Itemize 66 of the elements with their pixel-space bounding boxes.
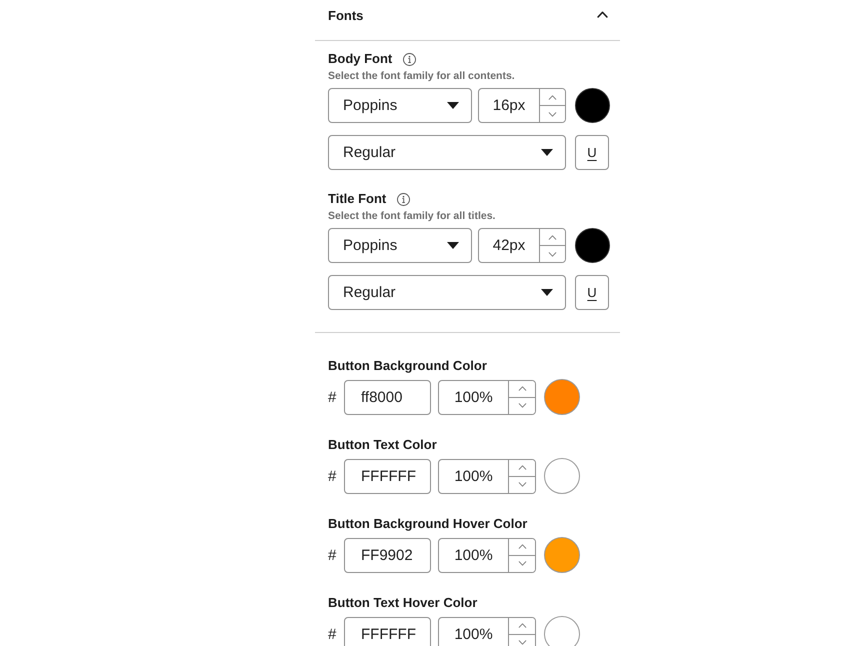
font-size-field[interactable]: 42px <box>479 229 539 262</box>
setting-label: Button Background Color <box>328 358 487 374</box>
font-weight-dropdown[interactable]: Regular <box>328 135 566 170</box>
hex-field[interactable]: FF9902 <box>344 538 431 572</box>
step-down-button[interactable] <box>509 554 535 572</box>
info-icon[interactable] <box>403 52 416 66</box>
section-title: Fonts <box>328 8 364 24</box>
step-down-button[interactable] <box>509 476 535 492</box>
opacity-spinner[interactable]: 100% <box>438 616 536 646</box>
chevron-up-icon <box>518 623 526 628</box>
hash-label: # <box>328 468 338 484</box>
font-size-field[interactable]: 16px <box>479 89 539 122</box>
step-down-button[interactable] <box>540 105 565 122</box>
color-swatch-icon[interactable] <box>544 537 580 573</box>
setting-label: Button Text Color <box>328 437 437 453</box>
setting-description: Select the font family for all titles. <box>328 210 496 223</box>
color-swatch-icon[interactable] <box>544 379 580 415</box>
hex-field[interactable]: FFFFFF <box>344 616 431 646</box>
hash-label: # <box>328 546 338 564</box>
color-swatch-icon[interactable] <box>544 458 580 494</box>
caret-icon <box>541 289 553 296</box>
underline-button[interactable]: U <box>575 275 609 310</box>
setting-label: Body Font <box>328 51 392 67</box>
font-weight-dropdown[interactable]: Regular <box>328 275 566 310</box>
setting-label: Button Background Hover Color <box>328 516 528 532</box>
chevron-down-icon <box>518 403 526 408</box>
setting-label: Title Font <box>328 191 386 207</box>
chevron-up-icon <box>548 94 557 100</box>
chevron-down-icon <box>548 112 557 116</box>
setting-description: Select the font family for all contents. <box>328 70 516 83</box>
info-icon[interactable] <box>397 192 410 206</box>
opacity-field[interactable]: 100% <box>439 538 508 572</box>
underline-button[interactable]: U <box>575 135 609 170</box>
opacity-field[interactable]: 100% <box>439 618 508 646</box>
opacity-field[interactable]: 100% <box>439 460 508 492</box>
chevron-up-icon <box>518 544 526 549</box>
chevron-down-icon <box>548 252 557 256</box>
caret-icon <box>447 102 459 109</box>
chevron-down-icon <box>518 561 526 566</box>
caret-icon <box>541 149 553 156</box>
chevron-down-icon <box>518 640 526 645</box>
chevron-down-icon <box>518 482 526 487</box>
font-size-spinner[interactable]: 42px <box>478 228 566 263</box>
color-swatch-icon[interactable] <box>544 616 580 646</box>
step-down-button[interactable] <box>540 245 565 262</box>
hex-field[interactable]: ff8000 <box>344 380 431 414</box>
step-down-button[interactable] <box>509 396 535 414</box>
hash-label: # <box>328 388 338 406</box>
hash-label: # <box>328 626 338 642</box>
opacity-spinner[interactable]: 100% <box>438 380 536 414</box>
font-family-dropdown[interactable]: Poppins <box>328 228 472 263</box>
opacity-spinner[interactable]: 100% <box>438 458 536 494</box>
caret-icon <box>447 242 459 249</box>
setting-label: Button Text Hover Color <box>328 595 478 611</box>
step-down-button[interactable] <box>509 634 535 646</box>
chevron-up-icon <box>518 386 526 391</box>
color-swatch-icon[interactable] <box>575 88 610 123</box>
opacity-field[interactable]: 100% <box>439 380 508 414</box>
chevron-up-icon <box>548 234 557 240</box>
hex-field[interactable]: FFFFFF <box>344 458 431 494</box>
color-swatch-icon[interactable] <box>575 228 610 263</box>
opacity-spinner[interactable]: 100% <box>438 538 536 572</box>
font-family-dropdown[interactable]: Poppins <box>328 88 472 123</box>
font-size-spinner[interactable]: 16px <box>478 88 566 123</box>
chevron-up-icon[interactable] <box>597 11 608 18</box>
chevron-up-icon <box>518 465 526 470</box>
